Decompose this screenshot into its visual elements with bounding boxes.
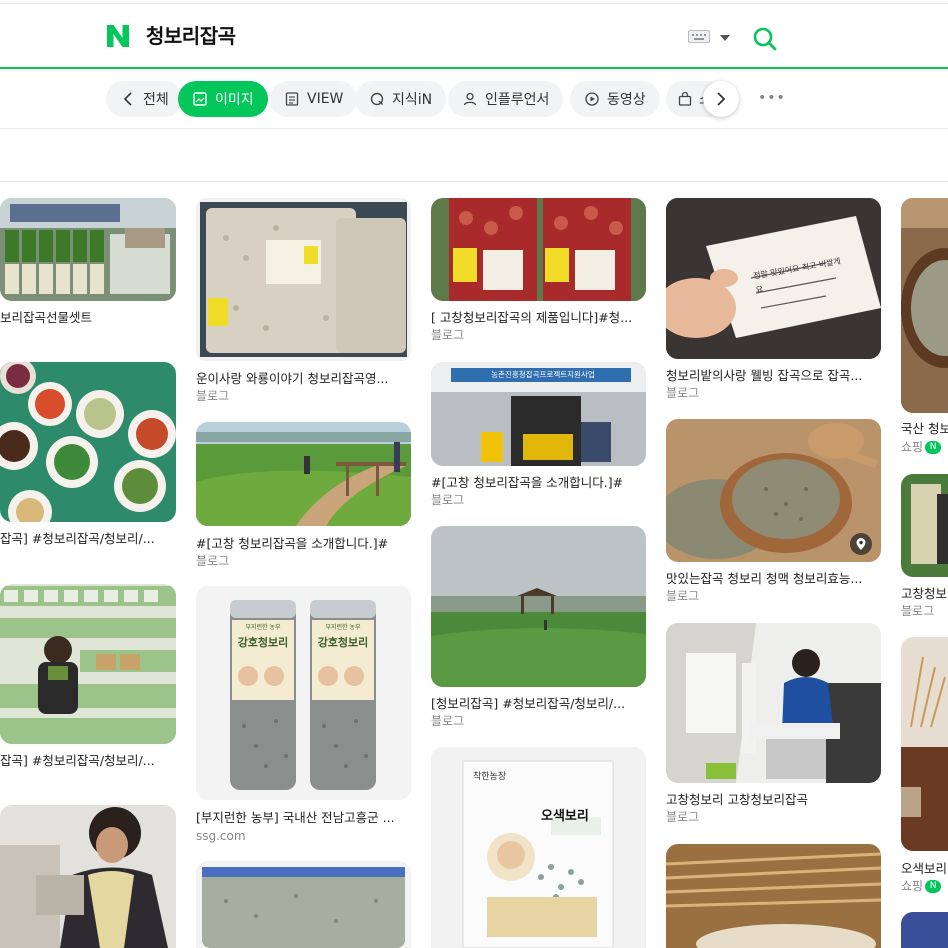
result-thumbnail[interactable] (0, 362, 176, 522)
building-sign-text: 농촌진흥청잡곡프로젝트지원사업 (491, 370, 595, 379)
result-title[interactable]: 국산 청보 (901, 421, 948, 437)
tab-all[interactable]: 전체 (106, 81, 183, 117)
search-icon[interactable] (752, 26, 778, 52)
bag-icon (678, 91, 692, 107)
result-thumbnail[interactable] (196, 198, 411, 361)
result-source[interactable]: 블로그 (901, 604, 934, 619)
result-thumbnail[interactable] (666, 844, 881, 948)
more-options-icon[interactable]: ••• (758, 90, 786, 106)
result-thumbnail[interactable]: 부지런한 농부 강호청보리 부지런한 농부 강호청보리 (196, 586, 411, 800)
filter-band (0, 130, 948, 182)
result-thumbnail[interactable]: 농촌진흥청잡곡프로젝트지원사업 (431, 362, 646, 466)
result-title[interactable]: 운이사랑 와룡이야기 청보리잡곡영... (196, 371, 411, 387)
result-title[interactable]: 고창청보리 고창청보리잡곡 (666, 792, 881, 808)
result-thumbnail[interactable] (901, 198, 948, 413)
result-source[interactable]: 블로그 (431, 714, 464, 729)
document-icon (284, 91, 300, 107)
tab-video[interactable]: 동영상 (570, 81, 660, 117)
result-thumbnail[interactable] (901, 912, 948, 948)
image-icon (192, 91, 208, 107)
result-source[interactable]: 쇼핑 N (901, 440, 942, 455)
search-query[interactable]: 청보리잡곡 (146, 23, 236, 49)
search-tabs: 전체 이미지 VIEW 지식iN 인플루언서 동영상 쇼 (0, 71, 948, 129)
product-label-top: 부지런한 농부 (325, 624, 361, 631)
dropdown-caret-icon[interactable] (720, 35, 730, 41)
result-thumbnail[interactable]: 정말 맛있어요 최고 비쌀게요 (666, 198, 881, 359)
result-source[interactable]: 블로그 (666, 589, 699, 604)
result-title[interactable]: [청보리잡곡] #청보리잡곡/청보리/... (431, 696, 646, 712)
product-label-brand: 강호청보리 (237, 636, 289, 649)
product-label-top: 부지런한 농부 (245, 624, 281, 631)
result-title[interactable]: 맛있는잡곡 청보리 청맥 청보리효능... (666, 571, 881, 587)
result-thumbnail[interactable] (431, 198, 646, 301)
result-thumbnail[interactable] (901, 474, 948, 577)
result-source[interactable]: 블로그 (431, 328, 464, 343)
result-title[interactable]: 청보리밭의사랑 웰빙 잡곡으로 잡곡... (666, 368, 881, 384)
result-title[interactable]: 잡곡] #청보리잡곡/청보리/... (0, 753, 176, 769)
play-icon (584, 91, 600, 107)
result-thumbnail[interactable] (431, 526, 646, 687)
result-title[interactable]: 보리잡곡선물셋트 (0, 310, 176, 326)
result-source[interactable]: 블로그 (196, 554, 229, 569)
result-title[interactable]: 잡곡] #청보리잡곡/청보리/... (0, 531, 176, 547)
product-label-brand: 강호청보리 (317, 636, 369, 649)
keyboard-icon[interactable] (688, 30, 710, 43)
result-title[interactable]: 오색보리 (901, 861, 948, 877)
tabs-next-button[interactable] (703, 81, 739, 117)
result-title[interactable]: 고창청보 (901, 586, 948, 602)
tab-image[interactable]: 이미지 (178, 81, 268, 117)
result-title[interactable]: #[고창 청보리잡곡을 소개합니다.]# (431, 475, 646, 491)
result-thumbnail[interactable] (666, 419, 881, 562)
tab-view[interactable]: VIEW (270, 81, 358, 117)
npay-badge-icon: N (925, 880, 942, 893)
result-thumbnail[interactable] (196, 861, 411, 948)
result-thumbnail[interactable] (0, 805, 176, 948)
location-pin-icon[interactable] (850, 533, 872, 555)
tab-kin[interactable]: 지식iN (355, 81, 447, 117)
result-source[interactable]: ssg.com (196, 829, 246, 844)
chevron-right-icon (717, 92, 726, 106)
package-label-brand: 오색보리 (541, 809, 589, 824)
result-source[interactable]: 블로그 (431, 493, 464, 508)
tab-influencer[interactable]: 인플루언서 (448, 81, 564, 117)
result-source[interactable]: 쇼핑 N (901, 879, 942, 894)
result-thumbnail[interactable] (0, 584, 176, 744)
search-header: 청보리잡곡 (0, 4, 948, 69)
result-thumbnail[interactable] (196, 422, 411, 526)
chevron-left-icon (120, 91, 136, 107)
result-title[interactable]: #[고창 청보리잡곡을 소개합니다.]# (196, 536, 411, 552)
result-source[interactable]: 블로그 (196, 389, 229, 404)
result-thumbnail[interactable] (666, 623, 881, 783)
result-thumbnail[interactable] (901, 637, 948, 851)
result-source[interactable]: 블로그 (666, 386, 699, 401)
q-icon (369, 91, 385, 107)
result-thumbnail[interactable] (0, 198, 176, 301)
result-thumbnail[interactable]: 착한농장 오색보리 (431, 747, 646, 948)
result-title[interactable]: [부지런한 농부] 국내산 전남고흥군 ... (196, 810, 411, 826)
result-title[interactable]: [ 고창청보리잡곡의 제품입니다]#청... (431, 310, 646, 326)
result-source[interactable]: 블로그 (666, 810, 699, 825)
package-label-top: 착한농장 (473, 772, 507, 782)
npay-badge-icon: N (925, 441, 942, 454)
naver-logo-icon[interactable] (105, 23, 131, 49)
person-icon (462, 91, 478, 107)
